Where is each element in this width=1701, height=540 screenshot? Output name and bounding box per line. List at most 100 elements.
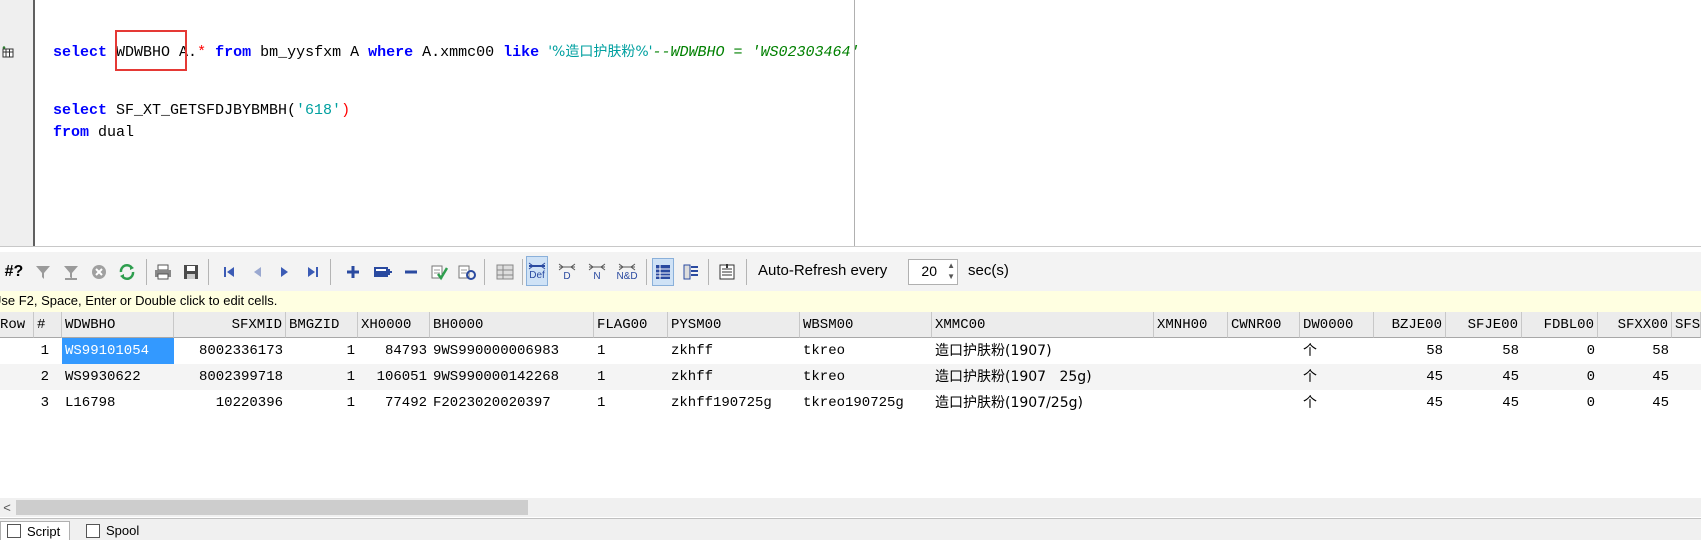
column-header[interactable]: XMMC00 [932,312,1154,338]
grid-view-icon[interactable] [652,258,674,286]
spin-up-icon[interactable]: ▲ [947,261,955,270]
cancel-icon[interactable] [88,258,110,286]
grid-cell[interactable]: 1 [286,338,358,364]
grid-cell[interactable]: tkreo190725g [800,390,932,416]
column-header[interactable]: BH0000 [430,312,594,338]
column-header[interactable]: XH0000 [358,312,430,338]
scrollbar-thumb[interactable] [16,500,528,515]
grid-cell[interactable]: 45 [1446,364,1522,390]
grid-cell[interactable]: 0 [1522,390,1598,416]
grid-cell[interactable]: 45 [1598,364,1672,390]
grid-cell[interactable]: 45 [1374,364,1446,390]
grid-cell[interactable] [1672,338,1701,364]
grid-cell-selected[interactable]: WS99101054 [62,338,174,364]
filter-icon[interactable] [32,258,54,286]
grid-cell[interactable]: 10220396 [174,390,286,416]
filter-clear-icon[interactable] [60,258,82,286]
column-header[interactable]: XMNH00 [1154,312,1228,338]
column-header[interactable]: WBSM00 [800,312,932,338]
column-header[interactable]: WDWBHO [62,312,174,338]
refresh-records-icon[interactable] [456,258,478,286]
grid-cell[interactable]: 58 [1598,338,1672,364]
post-changes-icon[interactable] [428,258,450,286]
column-mode-n-button[interactable]: N [586,258,608,286]
grid-cell[interactable] [1672,390,1701,416]
column-header[interactable]: DW0000 [1300,312,1374,338]
grid-cell[interactable]: F2023020020397 [430,390,594,416]
delete-record-icon[interactable] [400,258,422,286]
single-record-view-icon[interactable] [680,258,702,286]
column-header[interactable]: SFJE00 [1446,312,1522,338]
column-header[interactable]: FDBL00 [1522,312,1598,338]
column-header[interactable]: BZJE00 [1374,312,1446,338]
grid-cell[interactable]: 1 [286,364,358,390]
grid-cell[interactable]: 45 [1598,390,1672,416]
grid-cell[interactable]: 个 [1300,338,1374,364]
grid-cell[interactable]: 0 [1522,364,1598,390]
grid-cell[interactable] [1672,364,1701,390]
grid-cell[interactable] [1228,390,1300,416]
grid-cell[interactable]: 9WS990000006983 [430,338,594,364]
last-record-icon[interactable] [302,258,324,286]
grid-cell[interactable]: 77492 [358,390,430,416]
column-header[interactable]: SFS [1672,312,1701,338]
save-icon[interactable] [180,258,202,286]
export-icon[interactable] [716,258,738,286]
code-line-3[interactable]: from dual [53,123,134,143]
spin-down-icon[interactable]: ▼ [947,272,955,281]
grid-cell[interactable]: 造口护肤粉(1907/25g) [932,390,1154,416]
grid-cell[interactable]: zkhff190725g [668,390,800,416]
grid-cell[interactable]: 58 [1446,338,1522,364]
grid-cell[interactable] [1154,390,1228,416]
tab-script[interactable]: Script [0,521,70,540]
grid-cell[interactable]: 8002336173 [174,338,286,364]
grid-cell[interactable]: 个 [1300,390,1374,416]
next-record-icon[interactable] [274,258,296,286]
grid-cell[interactable]: 106051 [358,364,430,390]
result-grid[interactable]: Row # WDWBHO SFXMID BMGZID XH0000 BH0000… [0,312,1701,498]
grid-cell[interactable] [1154,338,1228,364]
grid-cell[interactable]: 个 [1300,364,1374,390]
grid-cell[interactable]: 1 [286,390,358,416]
first-record-icon[interactable] [218,258,240,286]
column-header[interactable]: FLAG00 [594,312,668,338]
grid-cell[interactable]: 0 [1522,338,1598,364]
grid-cell[interactable]: 8002399718 [174,364,286,390]
grid-cell[interactable]: 1 [594,390,668,416]
grid-cell[interactable] [1228,364,1300,390]
tab-spool[interactable]: Spool [80,521,160,540]
grid-cell[interactable]: 1 [594,364,668,390]
grid-cell[interactable]: 45 [1374,390,1446,416]
grid-cell[interactable]: 9WS990000142268 [430,364,594,390]
column-mode-nd-button[interactable]: N&D [614,258,640,286]
column-header[interactable]: BMGZID [286,312,358,338]
column-header[interactable]: SFXMID [174,312,286,338]
grid-cell[interactable]: 1 [594,338,668,364]
auto-refresh-interval-spinner[interactable]: 20 ▲ ▼ [908,259,958,285]
sql-editor[interactable]: select WDWBHO A.* from bm_yysfxm A where… [0,0,1701,247]
column-header[interactable]: SFXX00 [1598,312,1672,338]
grid-cell[interactable] [1228,338,1300,364]
grid-cell[interactable] [1154,364,1228,390]
horizontal-scrollbar[interactable]: < [0,498,1701,517]
grid-cell[interactable]: tkreo [800,364,932,390]
grid-cell[interactable]: L16798 [62,390,174,416]
query-by-example-button[interactable]: #? [0,258,28,286]
grid-cell[interactable]: zkhff [668,364,800,390]
grid-cell[interactable]: 造口护肤粉(1907 25g) [932,364,1154,390]
column-header[interactable]: CWNR00 [1228,312,1300,338]
grid-cell[interactable]: WS9930622 [62,364,174,390]
grid-cell[interactable]: tkreo [800,338,932,364]
grid-cell[interactable]: 45 [1446,390,1522,416]
grid-cell[interactable]: 84793 [358,338,430,364]
duplicate-record-icon[interactable] [372,258,394,286]
refresh-icon[interactable] [116,258,138,286]
scroll-left-icon[interactable]: < [0,498,14,517]
grid-cell[interactable]: zkhff [668,338,800,364]
print-icon[interactable] [152,258,174,286]
prior-record-icon[interactable] [246,258,268,286]
insert-record-icon[interactable] [342,258,364,286]
grid-cell[interactable]: 造口护肤粉(1907) [932,338,1154,364]
grid-cell[interactable]: 58 [1374,338,1446,364]
column-mode-d-button[interactable]: D [556,258,578,286]
